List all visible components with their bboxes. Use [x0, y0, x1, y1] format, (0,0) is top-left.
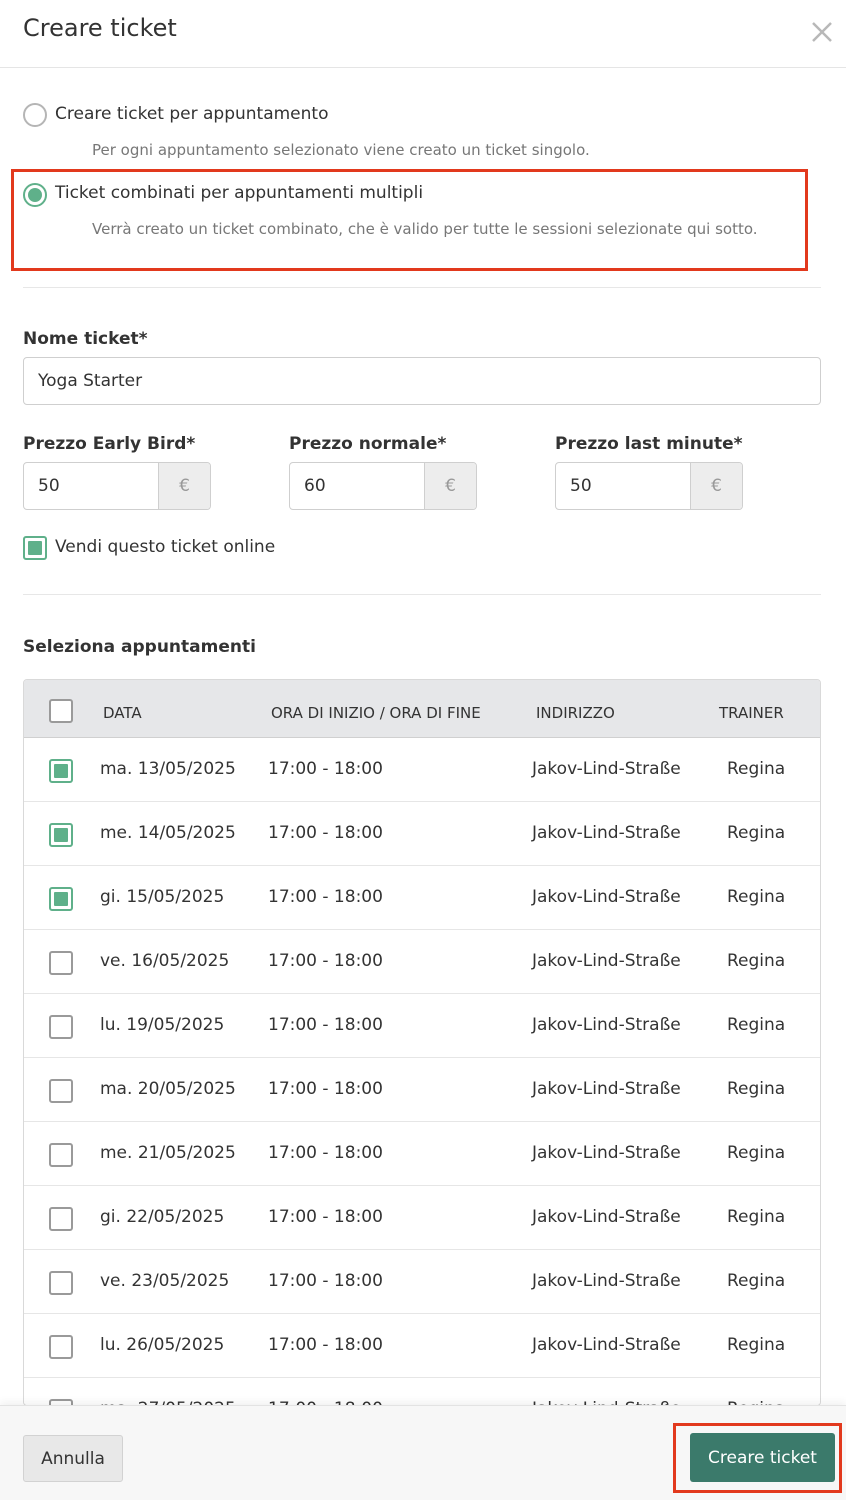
- row-date: gi. 15/05/2025: [100, 887, 225, 907]
- sell-online-label: Vendi questo ticket online: [55, 537, 276, 557]
- row-checkbox[interactable]: [49, 1015, 73, 1039]
- row-date: me. 14/05/2025: [100, 823, 236, 843]
- euro-addon: €: [690, 463, 742, 509]
- row-date: ma. 20/05/2025: [100, 1079, 236, 1099]
- price-last-minute-input[interactable]: [556, 463, 690, 509]
- price-normal-label: Prezzo normale*: [289, 434, 447, 454]
- option-per-appointment-description: Per ogni appuntamento selezionato viene …: [92, 141, 590, 159]
- row-checkbox[interactable]: [49, 1143, 73, 1167]
- row-time: 17:00 - 18:00: [268, 951, 383, 971]
- euro-addon: €: [424, 463, 476, 509]
- row-trainer: Regina: [727, 887, 786, 907]
- row-trainer: Regina: [727, 759, 786, 779]
- row-trainer: Regina: [727, 1271, 786, 1291]
- row-time: 17:00 - 18:00: [268, 1143, 383, 1163]
- row-time: 17:00 - 18:00: [268, 823, 383, 843]
- appointments-table: DATA ORA DI INIZIO / ORA DI FINE INDIRIZ…: [23, 679, 821, 1406]
- row-address: Jakov-Lind-Straße: [532, 1015, 681, 1035]
- row-trainer: Regina: [727, 1335, 786, 1355]
- dialog-footer: Annulla Creare ticket: [0, 1405, 846, 1500]
- ticket-name-label: Nome ticket*: [23, 329, 148, 349]
- row-checkbox[interactable]: [49, 1079, 73, 1103]
- row-address: Jakov-Lind-Straße: [532, 1079, 681, 1099]
- price-early-bird-group: €: [23, 462, 211, 510]
- row-date: ve. 23/05/2025: [100, 1271, 230, 1291]
- row-address: Jakov-Lind-Straße: [532, 1143, 681, 1163]
- price-normal-group: €: [289, 462, 477, 510]
- table-row[interactable]: ma. 13/05/2025 17:00 - 18:00 Jakov-Lind-St…: [24, 738, 820, 802]
- row-address: Jakov-Lind-Straße: [532, 823, 681, 843]
- dialog-header: Creare ticket: [0, 0, 846, 68]
- price-early-bird-input[interactable]: [24, 463, 158, 509]
- row-time: 17:00 - 18:00: [268, 1271, 383, 1291]
- row-date: ma. 13/05/2025: [100, 759, 236, 779]
- option-combined-description: Verrà creato un ticket combinato, che è …: [92, 220, 758, 238]
- cancel-button[interactable]: Annulla: [23, 1435, 123, 1482]
- row-checkbox[interactable]: [49, 951, 73, 975]
- table-row[interactable]: ve. 16/05/2025 17:00 - 18:00 Jakov-Lind-St…: [24, 930, 820, 994]
- ticket-name-input[interactable]: [23, 357, 821, 405]
- row-time: 17:00 - 18:00: [268, 1207, 383, 1227]
- row-time: 17:00 - 18:00: [268, 887, 383, 907]
- table-row[interactable]: gi. 15/05/2025 17:00 - 18:00 Jakov-Lind-St…: [24, 866, 820, 930]
- radio-per-appointment[interactable]: [23, 103, 47, 127]
- row-checkbox[interactable]: [49, 823, 73, 847]
- table-header: DATA ORA DI INIZIO / ORA DI FINE INDIRIZ…: [24, 680, 820, 738]
- sell-online-checkbox[interactable]: [23, 536, 47, 560]
- row-date: lu. 19/05/2025: [100, 1015, 225, 1035]
- row-address: Jakov-Lind-Straße: [532, 951, 681, 971]
- option-per-appointment-label: Creare ticket per appuntamento: [55, 104, 329, 124]
- table-row[interactable]: me. 21/05/2025 17:00 - 18:00 Jakov-Lind-St…: [24, 1122, 820, 1186]
- euro-addon: €: [158, 463, 210, 509]
- row-checkbox[interactable]: [49, 1207, 73, 1231]
- row-date: lu. 26/05/2025: [100, 1335, 225, 1355]
- table-row[interactable]: ve. 23/05/2025 17:00 - 18:00 Jakov-Lind-St…: [24, 1250, 820, 1314]
- price-last-minute-label: Prezzo last minute*: [555, 434, 743, 454]
- row-trainer: Regina: [727, 1079, 786, 1099]
- create-ticket-button[interactable]: Creare ticket: [690, 1433, 835, 1482]
- column-date: DATA: [103, 704, 142, 722]
- table-row[interactable]: ma. 27/05/202517:00 - 18:00Jakov-Lind-St…: [24, 1378, 820, 1405]
- select-all-checkbox[interactable]: [49, 699, 73, 723]
- row-date: ve. 16/05/2025: [100, 951, 230, 971]
- row-time: 17:00 - 18:00: [268, 759, 383, 779]
- row-trainer: Regina: [727, 951, 786, 971]
- row-trainer: Regina: [727, 1207, 786, 1227]
- column-address: INDIRIZZO: [536, 704, 615, 722]
- dialog-title: Creare ticket: [23, 14, 177, 42]
- radio-combined-ticket[interactable]: [23, 183, 47, 207]
- row-address: Jakov-Lind-Straße: [532, 1207, 681, 1227]
- row-trainer: Regina: [727, 1143, 786, 1163]
- price-normal-input[interactable]: [290, 463, 424, 509]
- appointments-heading: Seleziona appuntamenti: [23, 637, 256, 657]
- row-time: 17:00 - 18:00: [268, 1335, 383, 1355]
- row-time: 17:00 - 18:00: [268, 1079, 383, 1099]
- column-trainer: TRAINER: [719, 704, 784, 722]
- price-last-minute-group: €: [555, 462, 743, 510]
- row-date: gi. 22/05/2025: [100, 1207, 225, 1227]
- row-time: 17:00 - 18:00: [268, 1015, 383, 1035]
- row-address: Jakov-Lind-Straße: [532, 1271, 681, 1291]
- row-checkbox[interactable]: [49, 759, 73, 783]
- table-row[interactable]: lu. 19/05/2025 17:00 - 18:00 Jakov-Lind-St…: [24, 994, 820, 1058]
- row-checkbox[interactable]: [49, 1335, 73, 1359]
- divider: [23, 287, 821, 288]
- table-row[interactable]: ma. 20/05/2025 17:00 - 18:00 Jakov-Lind-St…: [24, 1058, 820, 1122]
- close-icon[interactable]: [808, 18, 836, 46]
- row-trainer: Regina: [727, 1015, 786, 1035]
- column-time: ORA DI INIZIO / ORA DI FINE: [271, 704, 481, 722]
- row-date: me. 21/05/2025: [100, 1143, 236, 1163]
- option-combined-label: Ticket combinati per appuntamenti multip…: [55, 183, 424, 203]
- row-address: Jakov-Lind-Straße: [532, 887, 681, 907]
- table-row[interactable]: lu. 26/05/2025 17:00 - 18:00 Jakov-Lind-St…: [24, 1314, 820, 1378]
- table-row[interactable]: gi. 22/05/2025 17:00 - 18:00 Jakov-Lind-St…: [24, 1186, 820, 1250]
- divider: [23, 594, 821, 595]
- row-checkbox[interactable]: [49, 887, 73, 911]
- table-row[interactable]: me. 14/05/2025 17:00 - 18:00 Jakov-Lind-St…: [24, 802, 820, 866]
- row-trainer: Regina: [727, 823, 786, 843]
- row-address: Jakov-Lind-Straße: [532, 1335, 681, 1355]
- row-address: Jakov-Lind-Straße: [532, 759, 681, 779]
- row-checkbox[interactable]: [49, 1271, 73, 1295]
- price-early-bird-label: Prezzo Early Bird*: [23, 434, 196, 454]
